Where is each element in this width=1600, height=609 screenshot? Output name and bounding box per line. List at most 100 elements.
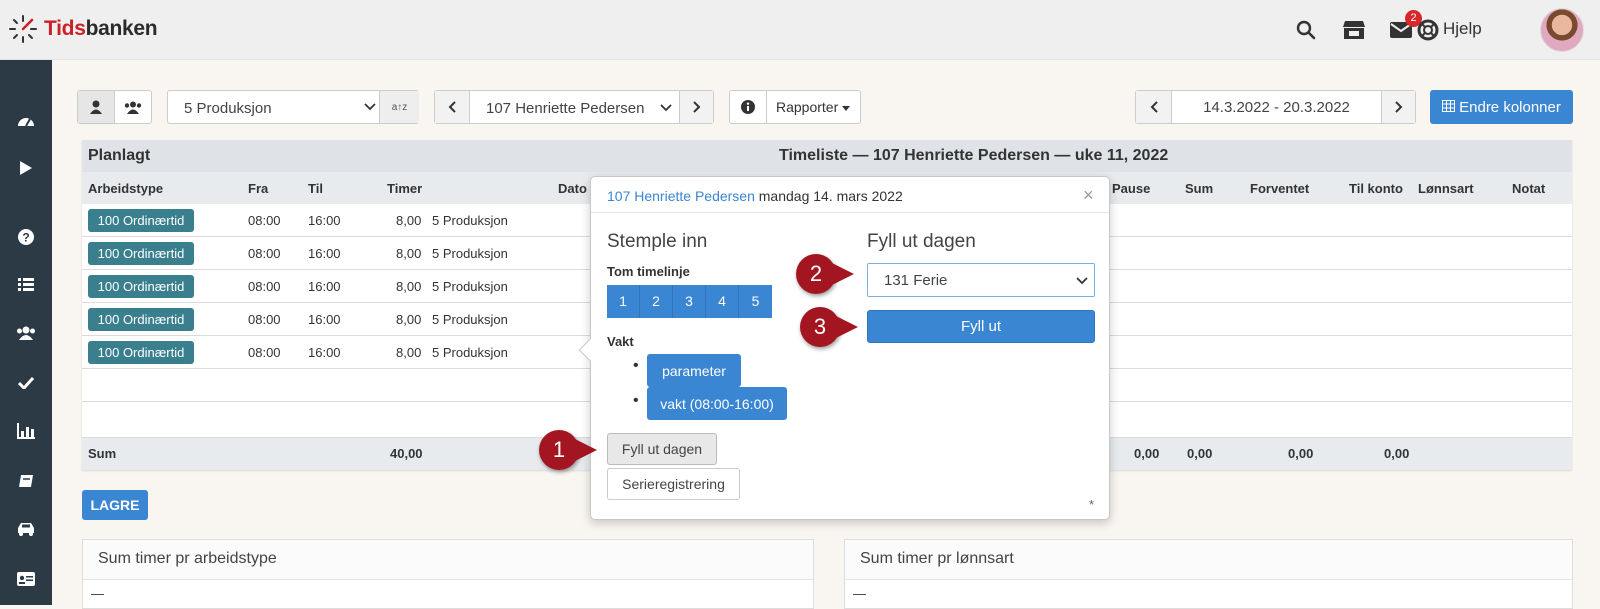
department-cell: 5 Produksjon: [432, 246, 508, 261]
series-registration-button[interactable]: Serieregistrering: [607, 468, 740, 500]
sort-alpha-label: a↑z: [391, 101, 408, 113]
info-icon[interactable]: [730, 91, 767, 123]
employee-select-value: 107 Henriette Pedersen: [486, 100, 645, 117]
callout-2: 2: [796, 254, 854, 294]
col-header-fra: Fra: [248, 181, 269, 196]
department-cell: 5 Produksjon: [432, 312, 508, 327]
callout-1: 1: [539, 430, 597, 470]
department-cell: 5 Produksjon: [432, 279, 508, 294]
date-range-field[interactable]: 14.3.2022 - 20.3.2022: [1172, 91, 1381, 123]
hours-cell: 8,00: [396, 312, 422, 327]
sum-by-wagetype-card: Sum timer pr lønnsart —: [844, 539, 1573, 609]
svg-text:?: ?: [22, 231, 29, 245]
hours-cell: 8,00: [396, 213, 422, 228]
hours-cell: 8,00: [396, 279, 422, 294]
department-select-value: 5 Produksjon: [184, 100, 272, 117]
sum-hours: 40,00: [390, 446, 423, 461]
next-week-button[interactable]: [1381, 91, 1415, 123]
question-icon[interactable]: ?: [0, 222, 52, 252]
from-cell: 08:00: [248, 312, 281, 327]
caret-down-icon: [842, 99, 851, 115]
col-header-dato: Dato: [558, 181, 587, 196]
empty-line-buttons: 1 2 3 4 5: [607, 285, 773, 318]
fill-day-title: Fyll ut dagen: [867, 231, 976, 252]
col-header-til: Til: [308, 181, 323, 196]
prev-week-button[interactable]: [1136, 91, 1172, 123]
bar-chart-icon[interactable]: [0, 416, 52, 446]
avatar[interactable]: [1540, 8, 1584, 52]
department-cell: 5 Produksjon: [432, 345, 508, 360]
work-type-tag[interactable]: 100 Ordinærtid: [88, 308, 194, 331]
planned-title: Planlagt: [88, 147, 151, 164]
to-cell: 16:00: [308, 279, 341, 294]
logo[interactable]: Tidsbanken: [8, 14, 158, 44]
shift-parameter-button[interactable]: parameter: [647, 354, 741, 387]
store-icon[interactable]: [1340, 18, 1368, 42]
from-cell: 08:00: [248, 213, 281, 228]
save-button[interactable]: LAGRE: [82, 490, 148, 520]
change-columns-label: Endre kolonner: [1459, 98, 1561, 116]
hours-cell: 8,00: [396, 246, 422, 261]
list-icon[interactable]: [0, 270, 52, 300]
to-cell: 16:00: [308, 345, 341, 360]
empty-line-2-button[interactable]: 2: [640, 285, 673, 318]
to-cell: 16:00: [308, 312, 341, 327]
employee-link[interactable]: 107 Henriette Pedersen: [607, 188, 755, 204]
group-users-icon[interactable]: [115, 91, 152, 123]
work-type-tag[interactable]: 100 Ordinærtid: [88, 275, 194, 298]
top-bar: Tidsbanken 2 Hjelp: [0, 0, 1600, 60]
empty-line-4-button[interactable]: 4: [706, 285, 739, 318]
change-columns-button[interactable]: Endre kolonner: [1430, 90, 1573, 124]
sort-alpha-button[interactable]: a↑z: [379, 91, 419, 123]
empty-line-1-button[interactable]: 1: [607, 285, 640, 318]
next-employee-button[interactable]: [679, 91, 713, 123]
col-header-forventet: Forventet: [1250, 181, 1310, 196]
sum-expected: 0,00: [1288, 446, 1314, 461]
play-icon[interactable]: [0, 153, 52, 183]
from-cell: 08:00: [248, 246, 281, 261]
fill-day-toggle-button[interactable]: Fyll ut dagen: [607, 433, 717, 465]
stamp-in-title: Stemple inn: [607, 231, 708, 252]
check-icon[interactable]: [0, 368, 52, 398]
shift-vakt-button[interactable]: vakt (08:00-16:00): [647, 387, 787, 420]
view-toggle: [77, 90, 152, 124]
employee-select[interactable]: 107 Henriette Pedersen: [470, 91, 679, 123]
prev-employee-button[interactable]: [435, 91, 470, 123]
users-icon[interactable]: [0, 318, 52, 348]
search-icon[interactable]: [1294, 18, 1318, 42]
work-type-tag[interactable]: 100 Ordinærtid: [88, 209, 194, 232]
single-user-icon[interactable]: [78, 91, 115, 123]
close-icon[interactable]: ×: [1083, 185, 1094, 206]
book-icon[interactable]: [0, 466, 52, 496]
timesheet-title: Timeliste — 107 Henriette Pedersen — uke…: [779, 147, 1169, 164]
empty-line-label: Tom timelinje: [607, 264, 690, 279]
popover-date: mandag 14. mars 2022: [754, 188, 903, 204]
absence-type-select[interactable]: 131 Ferie: [867, 263, 1095, 297]
help-link[interactable]: Hjelp: [1443, 19, 1482, 39]
hours-cell: 8,00: [396, 345, 422, 360]
empty-line-3-button[interactable]: 3: [673, 285, 706, 318]
asterisk-note: *: [1089, 497, 1095, 512]
col-header-notat: Notat: [1512, 181, 1546, 196]
col-header-arbeidstype: Arbeidstype: [88, 181, 164, 196]
dashboard-icon[interactable]: [0, 105, 52, 135]
id-card-icon[interactable]: [0, 564, 52, 594]
card-value: —: [853, 586, 866, 601]
popover-title: 107 Henriette Pedersen mandag 14. mars 2…: [607, 188, 903, 204]
bullet: •: [633, 357, 639, 374]
reports-dropdown[interactable]: Rapporter: [767, 91, 851, 123]
car-icon[interactable]: [0, 514, 52, 544]
lifebuoy-icon[interactable]: [1416, 18, 1440, 42]
col-header-sum: Sum: [1185, 181, 1214, 196]
department-cell: 5 Produksjon: [432, 213, 508, 228]
fill-out-button[interactable]: Fyll ut: [867, 310, 1095, 343]
department-select[interactable]: 5 Produksjon a↑z: [167, 90, 419, 124]
work-type-tag[interactable]: 100 Ordinærtid: [88, 341, 194, 364]
empty-line-5-button[interactable]: 5: [739, 285, 772, 318]
chevron-down-icon: [364, 100, 376, 115]
col-header-pause: Pause: [1112, 181, 1151, 196]
work-type-tag[interactable]: 100 Ordinærtid: [88, 242, 194, 265]
chevron-down-icon: [1076, 274, 1088, 289]
to-cell: 16:00: [308, 213, 341, 228]
callout-3: 3: [800, 307, 858, 347]
